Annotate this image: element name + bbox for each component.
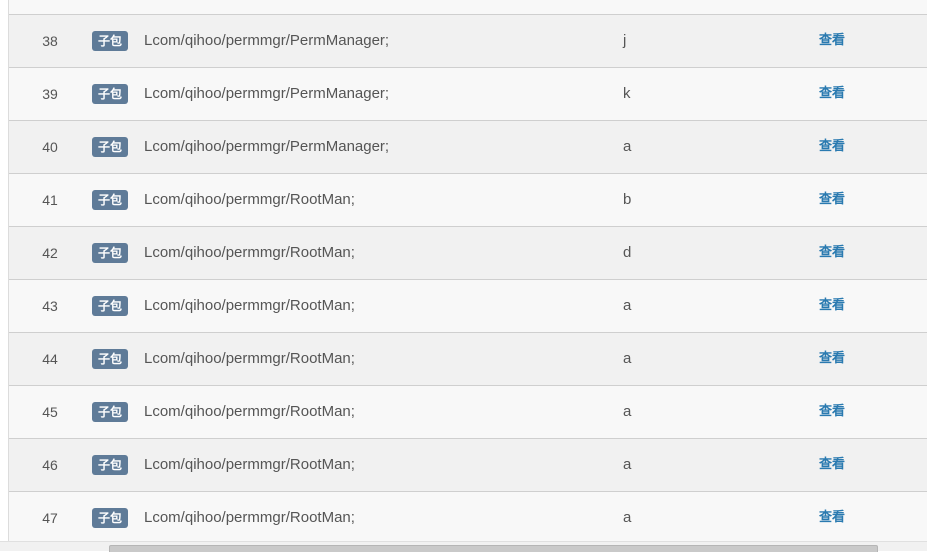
method-name: b (623, 191, 632, 208)
table-row: 44 子包 Lcom/qihoo/permmgr/RootMan; a 查看 (9, 333, 927, 386)
subpackage-badge: 子包 (92, 402, 129, 422)
class-path: Lcom/qihoo/permmgr/PermManager; (144, 32, 390, 49)
class-path: Lcom/qihoo/permmgr/RootMan; (144, 350, 355, 367)
view-link[interactable]: 查看 (819, 68, 845, 120)
table-row: 47 子包 Lcom/qihoo/permmgr/RootMan; a 查看 (9, 492, 927, 545)
view-link[interactable]: 查看 (819, 227, 845, 279)
method-name: a (623, 403, 632, 420)
method-name: a (623, 297, 632, 314)
row-index: 41 (42, 192, 58, 208)
subpackage-badge: 子包 (92, 508, 129, 528)
class-path: Lcom/qihoo/permmgr/RootMan; (144, 403, 355, 420)
method-name: j (623, 32, 627, 49)
results-table: 38 子包 Lcom/qihoo/permmgr/PermManager; j … (8, 0, 927, 550)
subpackage-badge: 子包 (92, 243, 129, 263)
method-name: d (623, 244, 632, 261)
row-index: 40 (42, 139, 58, 155)
subpackage-badge: 子包 (92, 84, 129, 104)
method-name: k (623, 85, 631, 102)
table-row: 38 子包 Lcom/qihoo/permmgr/PermManager; j … (9, 15, 927, 68)
class-path: Lcom/qihoo/permmgr/RootMan; (144, 509, 355, 526)
row-index: 42 (42, 245, 58, 261)
scrollbar-thumb[interactable] (109, 545, 878, 552)
row-index: 44 (42, 351, 58, 367)
row-index: 43 (42, 298, 58, 314)
table-row: 39 子包 Lcom/qihoo/permmgr/PermManager; k … (9, 68, 927, 121)
class-path: Lcom/qihoo/permmgr/RootMan; (144, 244, 355, 261)
method-name: a (623, 350, 632, 367)
method-name: a (623, 509, 632, 526)
table-row: 40 子包 Lcom/qihoo/permmgr/PermManager; a … (9, 121, 927, 174)
subpackage-badge: 子包 (92, 137, 129, 157)
view-link[interactable]: 查看 (819, 280, 845, 332)
class-path: Lcom/qihoo/permmgr/PermManager; (144, 138, 390, 155)
table-row: 46 子包 Lcom/qihoo/permmgr/RootMan; a 查看 (9, 439, 927, 492)
row-index: 46 (42, 457, 58, 473)
view-link[interactable]: 查看 (819, 15, 845, 67)
subpackage-badge: 子包 (92, 349, 129, 369)
class-path: Lcom/qihoo/permmgr/PermManager; (144, 85, 390, 102)
table-row: 45 子包 Lcom/qihoo/permmgr/RootMan; a 查看 (9, 386, 927, 439)
table-row-partial (9, 0, 927, 15)
row-index: 39 (42, 86, 58, 102)
view-link[interactable]: 查看 (819, 333, 845, 385)
subpackage-badge: 子包 (92, 455, 129, 475)
class-path: Lcom/qihoo/permmgr/RootMan; (144, 456, 355, 473)
class-path: Lcom/qihoo/permmgr/RootMan; (144, 191, 355, 208)
table-row: 42 子包 Lcom/qihoo/permmgr/RootMan; d 查看 (9, 227, 927, 280)
row-index: 45 (42, 404, 58, 420)
subpackage-badge: 子包 (92, 296, 129, 316)
subpackage-badge: 子包 (92, 190, 129, 210)
view-link[interactable]: 查看 (819, 386, 845, 438)
subpackage-badge: 子包 (92, 31, 129, 51)
class-path: Lcom/qihoo/permmgr/RootMan; (144, 297, 355, 314)
method-name: a (623, 138, 632, 155)
row-index: 38 (42, 33, 58, 49)
method-name: a (623, 456, 632, 473)
view-link[interactable]: 查看 (819, 174, 845, 226)
view-link[interactable]: 查看 (819, 439, 845, 491)
view-link[interactable]: 查看 (819, 121, 845, 173)
table-row: 41 子包 Lcom/qihoo/permmgr/RootMan; b 查看 (9, 174, 927, 227)
view-link[interactable]: 查看 (819, 492, 845, 544)
table-row: 43 子包 Lcom/qihoo/permmgr/RootMan; a 查看 (9, 280, 927, 333)
row-index: 47 (42, 510, 58, 526)
